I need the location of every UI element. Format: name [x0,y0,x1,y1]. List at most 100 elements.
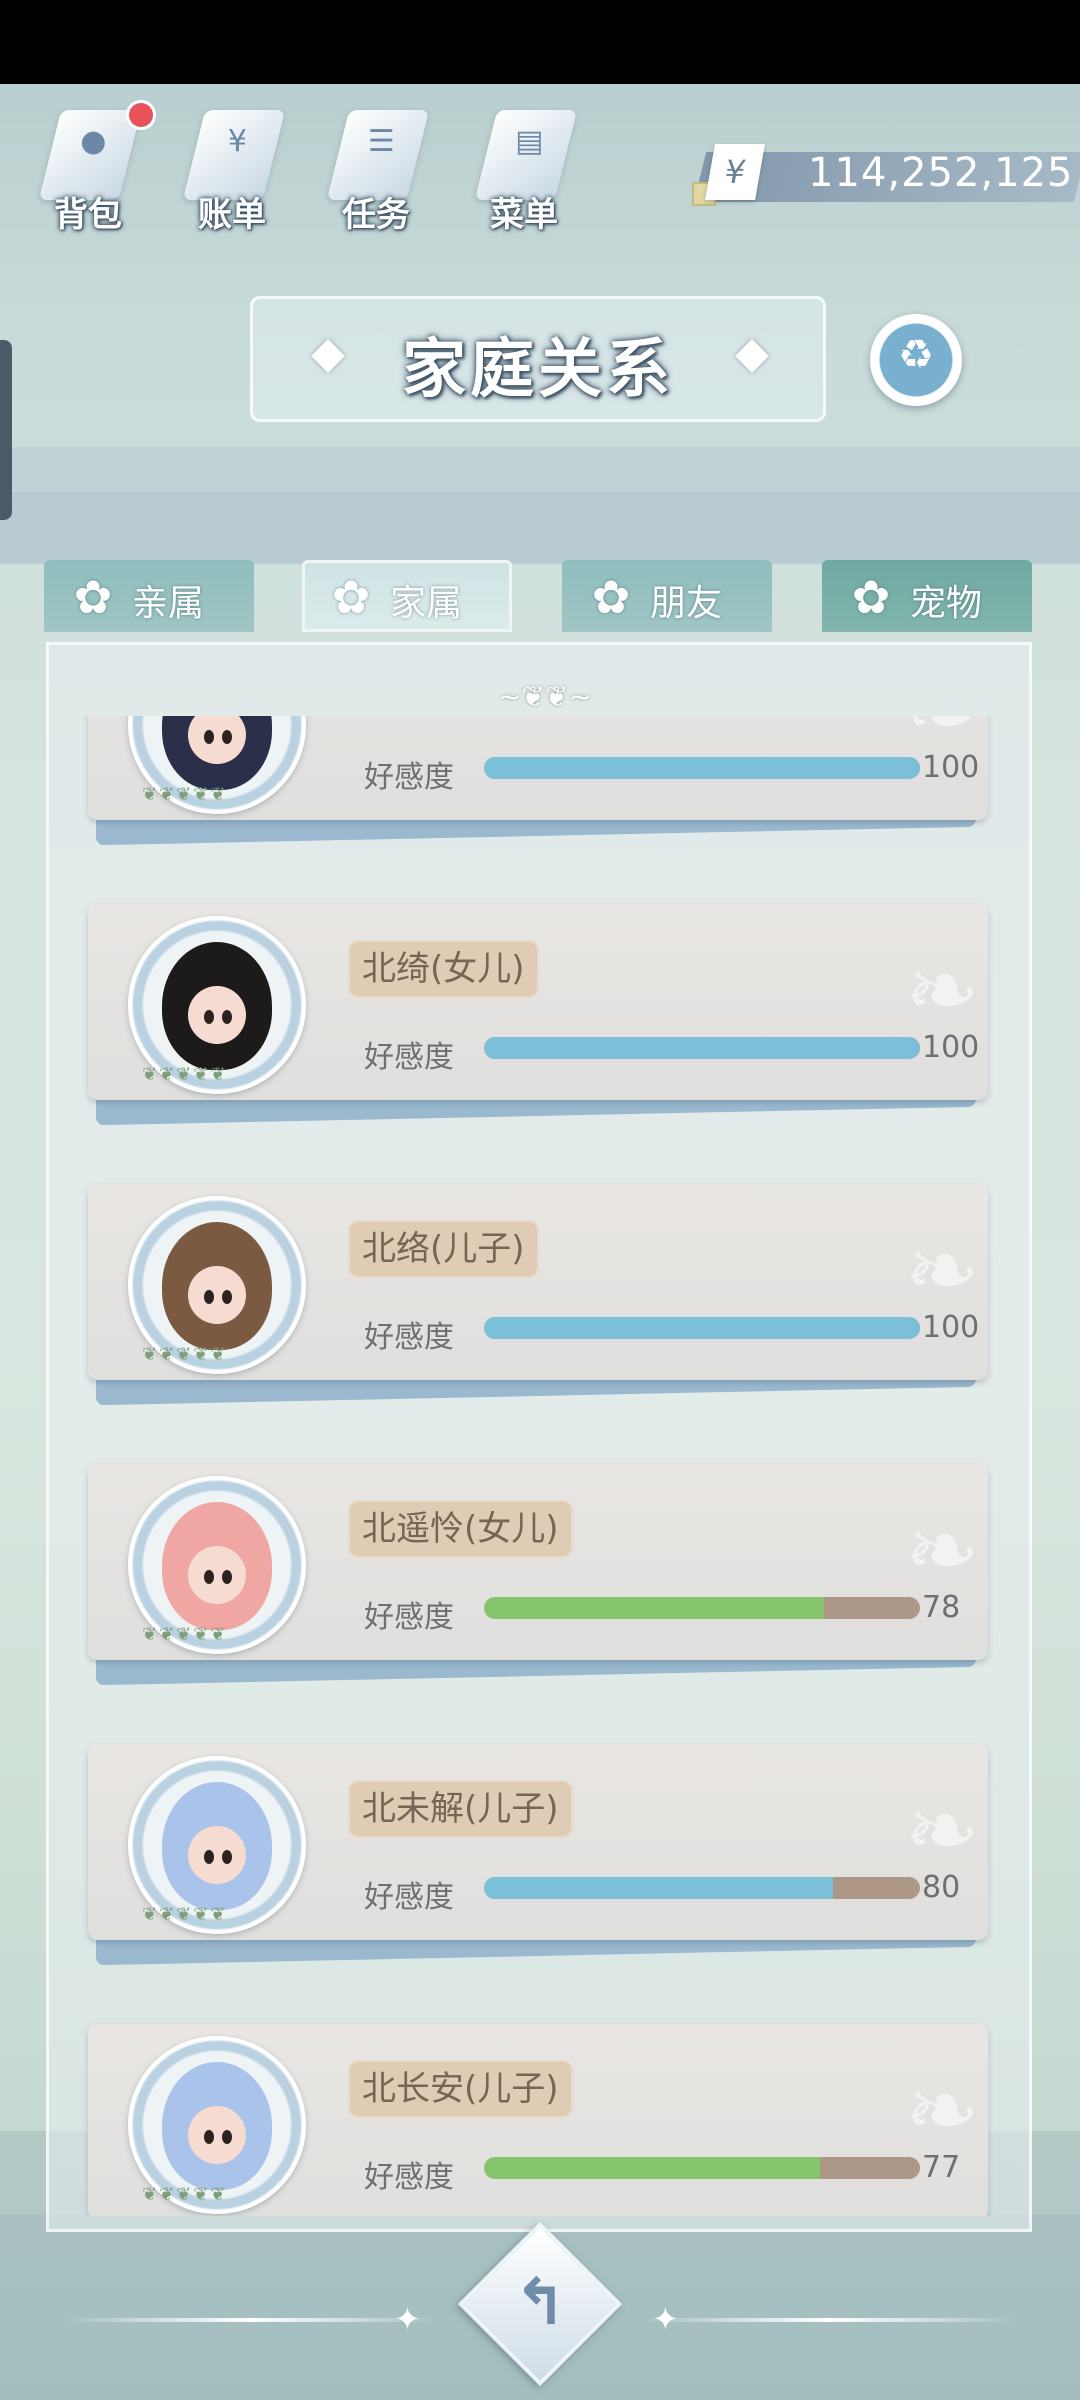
favor-bar [484,1317,920,1339]
tab-friends[interactable]: ✿ 朋友 [562,560,772,632]
character-face [188,986,246,1044]
sparkle-icon: ✦ [652,2300,679,2338]
character-eye [222,1570,232,1584]
member-portrait: ❦❦❦❦❦ [128,916,306,1094]
favor-value: 80 [922,1870,961,1905]
notification-badge [126,100,156,130]
backpack-label: 背包 [54,195,122,235]
leaf-wreath-icon: ❦❦❦❦❦ [142,1624,228,1645]
bill-label: 账单 [198,195,266,235]
yen-icon: ¥ [705,144,765,200]
favor-bar [484,1037,920,1059]
member-portrait: ❦❦❦❦❦ [128,1476,306,1654]
flower-icon: ✿ [73,570,113,624]
tab-pets[interactable]: ✿ 宠物 [822,560,1032,632]
family-tree-button[interactable]: ♻ [870,314,962,406]
family-member-card[interactable]: ❧ ❦❦❦❦❦ 北未解(儿子) 好感度 80 [80,1736,1000,1966]
character-hair [162,942,272,1070]
favor-bar-fill [484,1877,833,1899]
member-name: 北长安(儿子) [348,2060,573,2118]
character-hair [162,1502,272,1630]
deco-line-left [60,2318,440,2322]
family-tree-icon: ♻ [898,332,934,378]
character-eye [204,730,214,744]
favor-bar-fill [484,1317,920,1339]
character-eye [204,1010,214,1024]
leaf-wreath-icon: ❦❦❦❦❦ [142,2184,228,2205]
member-name: 北未解(儿子) [348,1780,573,1838]
leaf-wreath-icon: ❦❦❦❦❦ [142,784,228,805]
family-member-card[interactable]: ❧ ❦❦❦❦❦ 北络(儿子) 好感度 100 [80,1176,1000,1406]
favor-bar-fill [484,2157,820,2179]
character-eye [204,1290,214,1304]
character-hair [162,716,272,790]
character-eye [204,1570,214,1584]
family-member-card[interactable]: ❧ ❦❦❦❦❦ 北绮(女儿) 好感度 100 [80,896,1000,1126]
character-hair [162,1782,272,1910]
tab-relatives[interactable]: ✿ 亲属 [44,560,254,632]
task-button[interactable]: ☰ 任务 [316,96,436,236]
character-hair [162,1222,272,1350]
member-portrait: ❦❦❦❦❦ [128,716,306,814]
favor-label: 好感度 [364,760,454,795]
page-title: 家庭关系 [402,333,674,407]
favor-value: 78 [922,1590,961,1625]
character-hair [162,2062,272,2190]
return-icon: ↰ [513,2266,567,2340]
flower-icon: ✿ [851,570,891,624]
character-eye [222,2130,232,2144]
favor-label: 好感度 [364,2160,454,2195]
favor-bar [484,1597,920,1619]
tab-family[interactable]: ✿ 家属 [302,560,512,632]
favor-bar-fill [484,1037,920,1059]
leaf-wreath-icon: ❦❦❦❦❦ [142,1064,228,1085]
family-member-card[interactable]: ❧ ❦❦❦❦❦ 北遥怜(女儿) 好感度 78 [80,1456,1000,1686]
bill-button[interactable]: ¥ 账单 [172,96,292,236]
favor-label: 好感度 [364,1600,454,1635]
leaf-wreath-icon: ❦❦❦❦❦ [142,1344,228,1365]
member-portrait: ❦❦❦❦❦ [128,2036,306,2214]
tab-label: 朋友 [650,583,723,624]
character-eye [222,1010,232,1024]
character-eye [204,1850,214,1864]
scroll-ornament: ~❦❦~ [498,680,592,713]
favor-value: 77 [922,2150,961,2185]
member-name: 北络(儿子) [348,1220,539,1278]
character-face [188,1546,246,1604]
favor-label: 好感度 [364,1040,454,1075]
favor-value: 100 [922,1030,980,1065]
backpack-button[interactable]: ● 背包 [28,96,156,236]
favor-bar [484,2157,920,2179]
status-bar [0,0,1080,84]
favor-bar-fill [484,757,920,779]
member-portrait: ❦❦❦❦❦ [128,1196,306,1374]
favor-value: 100 [922,1310,980,1345]
side-pull-tab[interactable] [0,340,12,520]
deco-line-right [640,2318,1020,2322]
character-face [188,1826,246,1884]
favor-bar [484,757,920,779]
member-name: 北遥怜(女儿) [348,1500,573,1558]
member-portrait: ❦❦❦❦❦ [128,1756,306,1934]
task-label: 任务 [342,195,410,235]
character-eye [222,1850,232,1864]
tab-label: 亲属 [132,583,205,624]
member-name: 北绮(女儿) [348,940,539,998]
family-list[interactable]: ❧❦❦❦❦❦好感度100❧❦❦❦❦❦北绮(女儿)好感度100❧❦❦❦❦❦北络(儿… [80,716,1020,2216]
favor-label: 好感度 [364,1320,454,1355]
menu-button[interactable]: ▤ 菜单 [464,96,584,236]
family-member-card[interactable]: ❧❦❦❦❦❦好感度100 [80,716,1000,846]
character-eye [222,1290,232,1304]
tab-label: 宠物 [910,583,983,624]
character-eye [204,2130,214,2144]
leaf-wreath-icon: ❦❦❦❦❦ [142,1904,228,1925]
family-member-card[interactable]: ❧ ❦❦❦❦❦ 北长安(儿子) 好感度 77 [80,2016,1000,2216]
flower-icon: ✿ [591,570,631,624]
character-eye [222,730,232,744]
flower-icon: ✿ [331,570,371,624]
character-face [188,716,246,764]
character-face [188,2106,246,2164]
character-face [188,1266,246,1324]
favor-value: 100 [922,750,980,785]
sparkle-icon: ✦ [394,2300,421,2338]
